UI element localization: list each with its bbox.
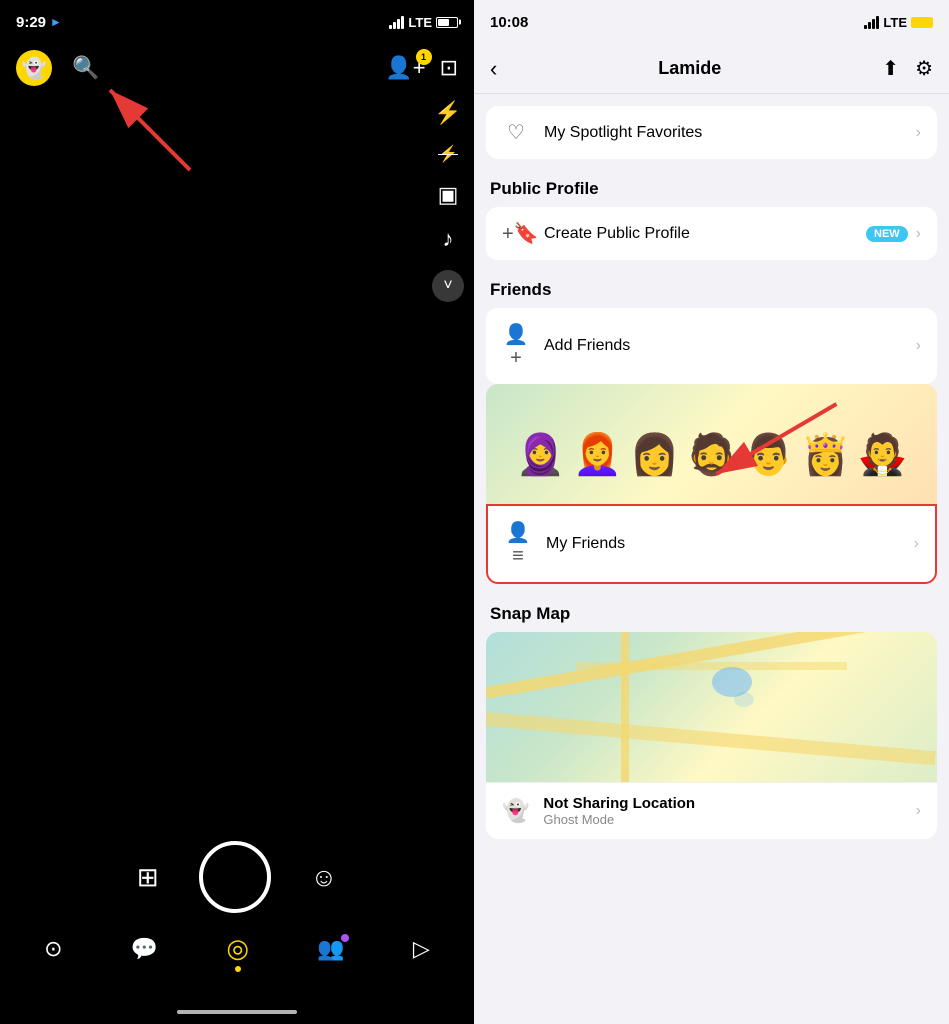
share-icon[interactable]: ⬆	[882, 56, 899, 81]
heart-icon: ♡	[502, 120, 530, 145]
notification-badge: 1	[416, 49, 432, 65]
add-friend-icon: 👤+	[502, 322, 530, 370]
my-friends-icon: 👤≡	[504, 520, 532, 568]
home-indicator	[177, 1010, 297, 1014]
location-arrow-icon: ►	[50, 15, 62, 29]
settings-icon[interactable]: ⚙	[915, 56, 933, 81]
friends-section-header: Friends	[490, 280, 937, 300]
time-text: 9:29	[16, 14, 46, 31]
flash-icon[interactable]: ⚡	[434, 100, 461, 126]
ghost-map-icon: 👻	[502, 798, 529, 824]
chat-nav-icon[interactable]: 💬	[131, 936, 158, 962]
camera-controls: ⊞ ☺ ⊙ 💬 ◎ 👥 ▷	[0, 841, 474, 964]
my-friends-item[interactable]: 👤≡ My Friends ›	[486, 504, 937, 584]
spotlight-section: ♡ My Spotlight Favorites ›	[486, 106, 937, 159]
snap-map-subtitle: Ghost Mode	[543, 812, 915, 827]
friends-nav-icon[interactable]: 👥	[317, 936, 344, 962]
chevron-right-icon: ›	[916, 124, 921, 142]
my-friends-label: My Friends	[546, 535, 914, 553]
shutter-row: ⊞ ☺	[137, 841, 337, 913]
profile-panel: 10:08 LTE ‹ Lamide ⬆ ⚙ ♡ My Spotlight Fa…	[474, 0, 949, 1024]
friend-avatar-2: 👩‍🦰	[570, 404, 625, 504]
friend-avatar-7: 🧛	[855, 404, 910, 504]
snap-map-status-text: Not Sharing Location Ghost Mode	[543, 795, 915, 827]
snap-map-title: Not Sharing Location	[543, 795, 915, 812]
friend-avatar-4: 🧔	[684, 404, 739, 504]
snapchat-ghost-avatar[interactable]: 👻	[16, 50, 52, 86]
signal-icon	[389, 15, 404, 29]
new-badge: NEW	[866, 226, 908, 242]
music-icon[interactable]: ♪	[443, 226, 454, 252]
header-action-icons: ⬆ ⚙	[882, 56, 933, 81]
chevron-right-icon-4: ›	[914, 535, 919, 553]
status-indicators-right: LTE	[864, 15, 933, 30]
chevron-right-icon-2: ›	[916, 225, 921, 243]
status-bar-left: 9:29 ► LTE	[0, 0, 474, 44]
status-right: LTE	[389, 15, 458, 30]
add-friends-item[interactable]: 👤+ Add Friends ›	[486, 308, 937, 384]
top-icons-row: 👻 🔍 👤+ 1 ⊡	[0, 50, 474, 86]
profile-content: ♡ My Spotlight Favorites › Public Profil…	[474, 94, 949, 1024]
friend-avatar-3: 👩	[627, 404, 682, 504]
bottom-navigation: ⊙ 💬 ◎ 👥 ▷	[0, 933, 474, 964]
public-profile-section-header: Public Profile	[490, 179, 937, 199]
add-friend-button[interactable]: 👤+ 1	[385, 55, 425, 81]
active-indicator	[235, 966, 241, 972]
lens-icon[interactable]: ☺	[311, 862, 338, 893]
create-profile-label: Create Public Profile	[544, 225, 866, 243]
shutter-button[interactable]	[199, 841, 271, 913]
spotlight-favorites-item[interactable]: ♡ My Spotlight Favorites ›	[486, 106, 937, 159]
chevron-down-icon[interactable]: ˅	[432, 270, 464, 302]
friend-avatar-1: 🧕	[513, 404, 568, 504]
back-button[interactable]: ‹	[490, 56, 497, 82]
signal-icon-right	[864, 15, 879, 29]
bookmark-add-icon: +🔖	[502, 221, 530, 246]
network-right: LTE	[883, 15, 907, 30]
add-friends-section: 👤+ Add Friends ›	[486, 308, 937, 384]
flash-off-icon[interactable]: ⚡	[438, 144, 458, 164]
friend-avatar-5: 👨	[741, 404, 796, 504]
profile-title: Lamide	[658, 58, 721, 79]
camera-panel: 9:29 ► LTE 👻 🔍 👤+ 1 ⊡	[0, 0, 474, 1024]
friend-avatar-6: 👸	[798, 404, 853, 504]
spotlight-label: My Spotlight Favorites	[544, 124, 916, 142]
scan-icon[interactable]: ⊡	[440, 55, 458, 81]
time-display: 9:29 ►	[16, 14, 62, 31]
map-nav-icon[interactable]: ⊙	[44, 936, 62, 962]
status-bar-right: 10:08 LTE	[474, 0, 949, 44]
friends-avatars-strip: 🧕 👩‍🦰 👩 🧔 👨 👸 🧛	[486, 384, 937, 504]
video-icon[interactable]: ▣	[438, 182, 459, 208]
memories-icon[interactable]: ⊞	[137, 862, 159, 893]
discover-nav-icon[interactable]: ▷	[413, 936, 430, 962]
chevron-right-icon-5: ›	[916, 802, 921, 820]
snap-map-section-header: Snap Map	[490, 604, 937, 624]
camera-nav-icon[interactable]: ◎	[226, 933, 249, 964]
search-icon[interactable]: 🔍	[72, 55, 99, 81]
friends-notification-dot	[341, 934, 349, 942]
snap-map-card: 👻 Not Sharing Location Ghost Mode ›	[486, 632, 937, 839]
friends-list-section: 🧕 👩‍🦰 👩 🧔 👨 👸 🧛	[486, 384, 937, 584]
side-icons: ⚡ ⚡ ▣ ♪ ˅	[432, 100, 464, 302]
time-right: 10:08	[490, 14, 528, 31]
add-friends-label: Add Friends	[544, 337, 916, 355]
chevron-right-icon-3: ›	[916, 337, 921, 355]
profile-header: ‹ Lamide ⬆ ⚙	[474, 44, 949, 94]
battery-icon-right	[911, 17, 933, 28]
create-public-profile-item[interactable]: +🔖 Create Public Profile NEW ›	[486, 207, 937, 260]
public-profile-section: +🔖 Create Public Profile NEW ›	[486, 207, 937, 260]
battery-icon	[436, 17, 458, 28]
snap-map-section: Snap Map 👻 Not Sharing Location Ghost Mo…	[486, 604, 937, 839]
snap-map-status-row[interactable]: 👻 Not Sharing Location Ghost Mode ›	[486, 782, 937, 839]
network-label: LTE	[408, 15, 432, 30]
snap-map-preview[interactable]	[486, 632, 937, 782]
